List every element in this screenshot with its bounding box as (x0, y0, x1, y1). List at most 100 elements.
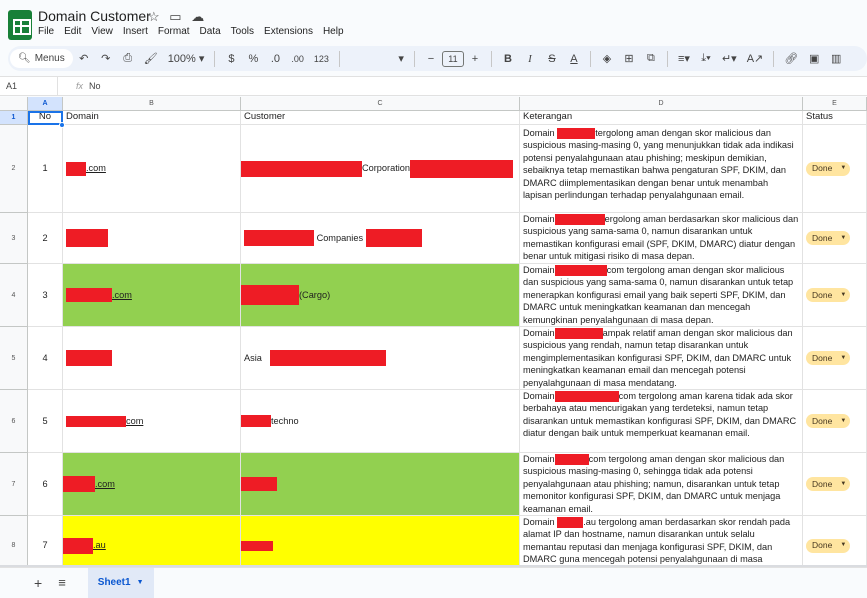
cloud-status-icon[interactable]: ☁ (191, 9, 204, 24)
header-domain[interactable]: Domain (63, 111, 241, 125)
status-chip[interactable]: Done ▼ (806, 231, 851, 245)
redo-icon[interactable]: ↷ (97, 49, 115, 69)
bold-icon[interactable]: B (499, 49, 517, 69)
cell-domain[interactable]: .au (63, 516, 241, 567)
select-all-corner[interactable] (0, 97, 28, 111)
cell-customer[interactable] (241, 516, 520, 567)
cell-status[interactable]: Done ▼ (803, 327, 867, 390)
cell-domain[interactable]: .com (63, 264, 241, 327)
insert-chart-icon[interactable]: ▥ (827, 49, 845, 69)
cell-domain[interactable]: .com (63, 453, 241, 516)
cell-keterangan[interactable]: Domain ampak relatif aman dengan skor mal… (520, 327, 803, 390)
row-header-5[interactable]: 5 (0, 327, 28, 390)
strikethrough-icon[interactable]: S (543, 49, 561, 69)
column-header-a[interactable]: A (28, 97, 63, 111)
font-size-increase-button[interactable]: + (466, 49, 484, 69)
column-header-d[interactable]: D (520, 97, 803, 111)
document-title[interactable]: Domain Customer (38, 8, 151, 24)
cell-keterangan[interactable]: Domain com tergolong aman karena tidak ad… (520, 390, 803, 453)
insert-link-icon[interactable]: 🔗︎ (781, 49, 801, 69)
cell-customer[interactable] (241, 453, 520, 516)
percent-format-button[interactable]: % (244, 49, 262, 69)
move-to-folder-icon[interactable]: ▭ (169, 9, 181, 24)
cell-status[interactable]: Done ▼ (803, 213, 867, 264)
column-header-c[interactable]: C (241, 97, 520, 111)
header-customer[interactable]: Customer (241, 111, 520, 125)
fill-color-icon[interactable]: ◈ (598, 49, 616, 69)
row-header-8[interactable]: 8 (0, 516, 28, 567)
add-sheet-icon[interactable]: + (34, 575, 42, 591)
menu-tools[interactable]: Tools (231, 26, 254, 37)
cell-keterangan[interactable]: Domain com tergolong aman dengan skor mal… (520, 453, 803, 516)
formula-input[interactable]: No (83, 81, 101, 91)
status-chip[interactable]: Done ▼ (806, 351, 851, 365)
cell-customer[interactable]: techno (241, 390, 520, 453)
undo-icon[interactable]: ↶ (75, 49, 93, 69)
merge-cells-icon[interactable]: ⧉ (642, 49, 660, 69)
cell-keterangan[interactable]: Domain .au tergolong aman berdasarkan sk… (520, 516, 803, 567)
cell-status[interactable]: Done ▼ (803, 516, 867, 567)
cell-keterangan[interactable]: Domain tergolong aman dengan skor malici… (520, 125, 803, 213)
cell-status[interactable]: Done ▼ (803, 125, 867, 213)
row-header-2[interactable]: 2 (0, 125, 28, 213)
cell-no[interactable]: 1 (28, 125, 63, 213)
row-header-4[interactable]: 4 (0, 264, 28, 327)
cell-no[interactable]: 2 (28, 213, 63, 264)
menu-help[interactable]: Help (323, 26, 344, 37)
header-keterangan[interactable]: Keterangan (520, 111, 803, 125)
font-family-select[interactable]: ▾ (347, 49, 407, 69)
row-header-1[interactable]: 1 (0, 111, 28, 125)
cell-no[interactable]: 6 (28, 453, 63, 516)
cell-domain[interactable]: .com (63, 125, 241, 213)
menu-format[interactable]: Format (158, 26, 190, 37)
header-status[interactable]: Status (803, 111, 867, 125)
cell-status[interactable]: Done ▼ (803, 453, 867, 516)
chevron-down-icon[interactable]: ▼ (137, 579, 144, 586)
sheet-tab-sheet1[interactable]: Sheet1 ▼ (87, 567, 154, 598)
italic-icon[interactable]: I (521, 49, 539, 69)
vertical-align-icon[interactable]: ⤓▾ (697, 49, 715, 69)
more-formats-button[interactable]: 123 (311, 49, 332, 69)
fill-handle[interactable] (59, 122, 65, 128)
cell-no[interactable]: 5 (28, 390, 63, 453)
paint-format-icon[interactable]: 🖌︎ (141, 49, 161, 69)
increase-decimal-button[interactable]: .00 (288, 49, 307, 69)
zoom-select[interactable]: 100% ▾ (165, 49, 208, 69)
font-size-input[interactable]: 11 (441, 50, 464, 67)
cell-no[interactable]: 4 (28, 327, 63, 390)
column-header-e[interactable]: E (803, 97, 867, 111)
insert-comment-icon[interactable]: ▣ (805, 49, 823, 69)
borders-icon[interactable]: ⊞ (620, 49, 638, 69)
status-chip[interactable]: Done ▼ (806, 414, 851, 428)
star-icon[interactable]: ☆ (148, 9, 160, 24)
menu-view[interactable]: View (91, 26, 113, 37)
cell-domain[interactable]: com (63, 390, 241, 453)
menu-edit[interactable]: Edit (64, 26, 81, 37)
currency-format-button[interactable]: $ (222, 49, 240, 69)
decrease-decimal-button[interactable]: .0 (266, 49, 284, 69)
row-header-3[interactable]: 3 (0, 213, 28, 264)
row-header-7[interactable]: 7 (0, 453, 28, 516)
status-chip[interactable]: Done ▼ (806, 477, 851, 491)
name-box[interactable]: A1 (0, 77, 58, 95)
all-sheets-icon[interactable]: ≡ (58, 575, 66, 590)
row-header-6[interactable]: 6 (0, 390, 28, 453)
menu-extensions[interactable]: Extensions (264, 26, 313, 37)
cell-status[interactable]: Done ▼ (803, 264, 867, 327)
print-icon[interactable]: ⎙ (119, 49, 137, 69)
text-color-icon[interactable]: A (565, 49, 583, 69)
font-size-decrease-button[interactable]: − (422, 49, 440, 69)
cell-customer[interactable]: Companies (241, 213, 520, 264)
menu-file[interactable]: File (38, 26, 54, 37)
cell-keterangan[interactable]: Domain ergolong aman berdasarkan skor mal… (520, 213, 803, 264)
cell-no[interactable]: 7 (28, 516, 63, 567)
text-wrap-icon[interactable]: ↵▾ (719, 49, 740, 69)
status-chip[interactable]: Done ▼ (806, 161, 851, 176)
cell-customer[interactable]: Asia (241, 327, 520, 390)
sheets-logo-icon[interactable] (8, 10, 32, 40)
cell-domain[interactable] (63, 327, 241, 390)
status-chip[interactable]: Done ▼ (806, 538, 851, 553)
horizontal-align-icon[interactable]: ≡▾ (675, 49, 693, 69)
cell-domain[interactable] (63, 213, 241, 264)
cell-keterangan[interactable]: Domain com tergolong aman dengan skor mal… (520, 264, 803, 327)
